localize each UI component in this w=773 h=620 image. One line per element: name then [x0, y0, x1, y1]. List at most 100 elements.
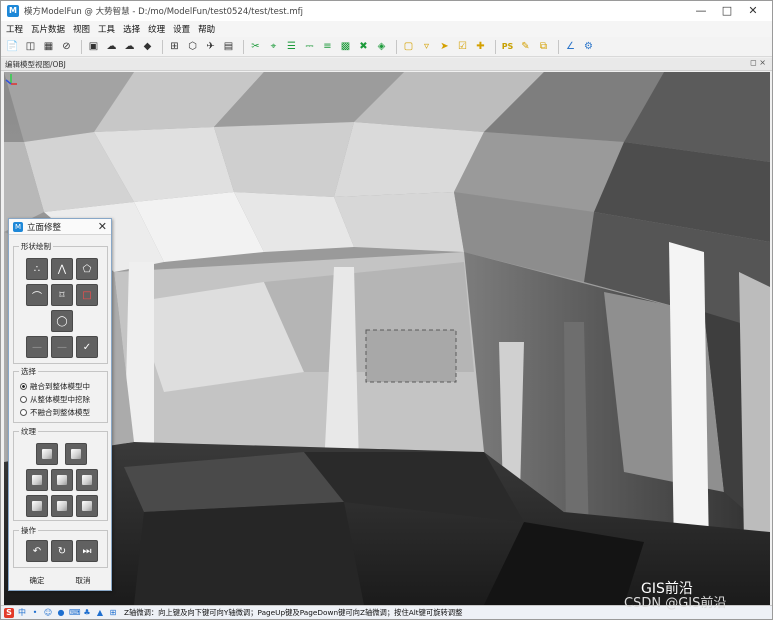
select-polygon-icon[interactable]: ▿ — [419, 39, 434, 54]
bridge-icon[interactable]: ⎓ — [302, 39, 317, 54]
ps-button[interactable]: PS — [500, 39, 515, 54]
texture-face-6-button[interactable] — [76, 495, 98, 517]
minimize-icon[interactable]: — — [688, 1, 714, 21]
group-label: 操作 — [19, 525, 38, 536]
ime-lang-icon[interactable]: 中 — [17, 608, 27, 618]
pointer-icon[interactable]: ➤ — [437, 39, 452, 54]
stair-icon[interactable]: ≡ — [320, 39, 335, 54]
new-file-icon[interactable]: 📄 — [5, 39, 20, 54]
settings-gear-icon[interactable]: ⚙ — [581, 39, 596, 54]
texture-face-5-button[interactable] — [51, 495, 73, 517]
punctuation-icon[interactable]: • — [30, 608, 40, 618]
move-icon[interactable]: ✚ — [473, 39, 488, 54]
cancel-button[interactable]: 取消 — [64, 574, 102, 588]
radio-dot[interactable] — [20, 409, 27, 416]
plane-icon[interactable]: ✈ — [203, 39, 218, 54]
menu-texture[interactable]: 纹理 — [148, 23, 165, 35]
radio-label: 融合到整体模型中 — [30, 382, 90, 391]
shirt-icon[interactable]: ▲ — [95, 608, 105, 618]
grid-icon[interactable]: ⊞ — [167, 39, 182, 54]
texture-swap-icon[interactable]: ⧉ — [536, 39, 551, 54]
redo-line-icon[interactable]: — — [51, 336, 73, 358]
keyboard-icon[interactable]: ⌨ — [69, 608, 81, 618]
viewport-controls[interactable]: ◻ × — [750, 58, 766, 67]
cube-icon — [32, 501, 42, 511]
select-rect-icon[interactable]: ▢ — [401, 39, 416, 54]
cross-cut-icon[interactable]: ✖ — [356, 39, 371, 54]
toolbar-separator — [81, 39, 82, 54]
undo-icon[interactable]: ↶ — [26, 540, 48, 562]
draw-polygon-icon[interactable]: ⬠ — [76, 258, 98, 280]
texture-single-button[interactable] — [36, 443, 58, 465]
radio-dot[interactable] — [20, 383, 27, 390]
cancel-icon[interactable]: ⊘ — [59, 39, 74, 54]
fill-icon[interactable]: ◈ — [374, 39, 389, 54]
cloud-upload-icon[interactable]: ☁ — [122, 39, 137, 54]
stop-icon[interactable]: ▣ — [86, 39, 101, 54]
cut-icon[interactable]: ✂ — [248, 39, 263, 54]
open-book-icon[interactable]: ◫ — [23, 39, 38, 54]
grid-tools-icon[interactable]: ⊞ — [108, 608, 118, 618]
menu-help[interactable]: 帮助 — [198, 23, 215, 35]
close-icon[interactable]: ✕ — [740, 1, 766, 21]
maximize-icon[interactable]: □ — [714, 1, 740, 21]
cube-icon — [82, 475, 92, 485]
refresh-icon[interactable]: ↻ — [51, 540, 73, 562]
toolbar-separator — [495, 39, 496, 54]
draw-line-icon[interactable]: ⋀ — [51, 258, 73, 280]
texture-face-3-button[interactable] — [76, 469, 98, 491]
microphone-icon[interactable]: ● — [56, 608, 66, 618]
radio-no-merge[interactable]: 不融合到整体模型 — [20, 407, 90, 418]
menu-select[interactable]: 选择 — [123, 23, 140, 35]
menu-settings[interactable]: 设置 — [173, 23, 190, 35]
road-icon[interactable]: ☰ — [284, 39, 299, 54]
radio-dot[interactable] — [20, 396, 27, 403]
skip-end-icon[interactable]: ⏭ — [76, 540, 98, 562]
cloud-icon[interactable]: ☁ — [104, 39, 119, 54]
toolbar-separator — [558, 39, 559, 54]
radio-label: 不融合到整体模型 — [30, 408, 90, 417]
menu-tools[interactable]: 工具 — [98, 23, 115, 35]
group-label: 选择 — [19, 366, 38, 377]
texture-wide-button[interactable] — [65, 443, 87, 465]
input-method-icon[interactable]: S — [4, 607, 14, 618]
facade-icon[interactable]: ▩ — [338, 39, 353, 54]
draw-circle-icon[interactable]: ◯ — [51, 310, 73, 332]
skin-icon[interactable]: ♣ — [82, 608, 92, 618]
draw-points-icon[interactable]: ∴ — [26, 258, 48, 280]
texture-face-4-button[interactable] — [26, 495, 48, 517]
draw-curve-icon[interactable]: ⌑ — [51, 284, 73, 306]
group-shape-draw: 形状绘制 ∴ ⋀ ⬠ ⌒ ⌑ □ ◯ — — ✓ — [13, 241, 108, 364]
texture-face-2-button[interactable] — [51, 469, 73, 491]
3d-viewport[interactable] — [4, 72, 770, 605]
layers-icon[interactable]: ◆ — [140, 39, 155, 54]
title-bar: M 模方ModelFun @ 大势智慧 - D:/mo/ModelFun/tes… — [1, 1, 772, 21]
draw-rect-icon[interactable]: □ — [76, 284, 98, 306]
basket-icon[interactable]: ☑ — [455, 39, 470, 54]
emoji-icon[interactable]: ☺ — [43, 608, 53, 618]
confirm-check-icon[interactable]: ✓ — [76, 336, 98, 358]
radio-dig-out[interactable]: 从整体模型中挖除 — [20, 394, 90, 405]
dialog-close-icon[interactable]: ✕ — [98, 220, 107, 233]
radio-merge[interactable]: 融合到整体模型中 — [20, 381, 90, 392]
draw-arc-icon[interactable]: ⌒ — [26, 284, 48, 306]
axis-gizmo-icon — [5, 74, 17, 85]
ok-button[interactable]: 确定 — [18, 574, 56, 588]
texture-paint-icon[interactable]: ✎ — [518, 39, 533, 54]
save-icon[interactable]: ▦ — [41, 39, 56, 54]
group-label: 纹理 — [19, 426, 38, 437]
menu-bar: 工程 瓦片数据 视图 工具 选择 纹理 设置 帮助 — [1, 21, 772, 37]
undo-line-icon[interactable]: — — [26, 336, 48, 358]
menu-tile-data[interactable]: 瓦片数据 — [31, 23, 65, 35]
texture-face-1-button[interactable] — [26, 469, 48, 491]
window-title: 模方ModelFun @ 大势智慧 - D:/mo/ModelFun/test0… — [24, 7, 303, 17]
menu-view[interactable]: 视图 — [73, 23, 90, 35]
menu-project[interactable]: 工程 — [6, 23, 23, 35]
cube-icon[interactable]: ⬡ — [185, 39, 200, 54]
crop-icon[interactable]: ⌖ — [266, 39, 281, 54]
measure-icon[interactable]: ∠ — [563, 39, 578, 54]
group-texture: 纹理 — [13, 426, 108, 521]
radio-label: 从整体模型中挖除 — [30, 395, 90, 404]
window-controls: — □ ✕ — [688, 1, 766, 21]
image-icon[interactable]: ▤ — [221, 39, 236, 54]
